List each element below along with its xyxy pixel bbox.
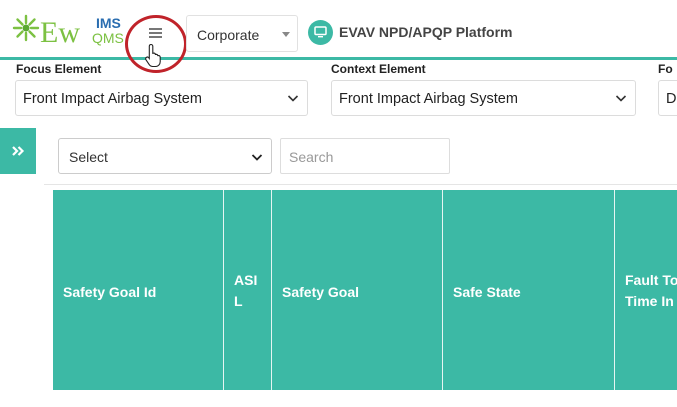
context-element-value: Front Impact Airbag System bbox=[339, 91, 518, 107]
logo-ims: IMS bbox=[96, 15, 121, 31]
logo-qms: QMS bbox=[92, 30, 124, 46]
filter-select-value: Select bbox=[69, 149, 108, 165]
chevron-down-icon bbox=[251, 154, 263, 161]
search-placeholder: Search bbox=[289, 149, 334, 165]
third-filter-value: D bbox=[666, 91, 677, 107]
filter-row: Focus Element Front Impact Airbag System… bbox=[0, 60, 677, 120]
column-header-label: ASI L bbox=[234, 272, 258, 309]
chevron-down-icon bbox=[615, 95, 627, 102]
ewqms-logo[interactable]: Ew IMS QMS bbox=[12, 12, 132, 52]
column-header-label: Safe State bbox=[453, 284, 521, 300]
top-header: Ew IMS QMS Corporate EVAV NPD/APQP Platf… bbox=[0, 0, 677, 73]
column-header-asil[interactable]: ASI L bbox=[224, 190, 272, 390]
organization-select[interactable]: Corporate bbox=[186, 15, 298, 52]
third-filter-label: Fo bbox=[658, 62, 673, 76]
caret-down-icon bbox=[282, 32, 290, 37]
column-header-safety-goal[interactable]: Safety Goal bbox=[272, 190, 443, 390]
double-chevron-right-icon bbox=[12, 146, 25, 156]
hamburger-icon[interactable] bbox=[149, 28, 162, 39]
context-element-select[interactable]: Front Impact Airbag System bbox=[331, 80, 636, 116]
column-header-safety-goal-id[interactable]: Safety Goal Id bbox=[53, 190, 224, 390]
column-header-label: Safety Goal bbox=[282, 284, 360, 300]
logo-prefix: Ew bbox=[40, 16, 80, 49]
focus-element-value: Front Impact Airbag System bbox=[23, 91, 202, 107]
monitor-icon bbox=[308, 19, 333, 45]
organization-select-value: Corporate bbox=[197, 27, 260, 43]
context-element-label: Context Element bbox=[331, 62, 426, 76]
filter-select[interactable]: Select bbox=[58, 138, 272, 174]
table-header: Safety Goal Id ASI L Safety Goal Safe St… bbox=[53, 190, 677, 390]
search-input[interactable]: Search bbox=[280, 138, 450, 174]
toolbar-divider bbox=[44, 184, 677, 185]
column-header-fault-tolerant-time-interval[interactable]: Fault To Time In bbox=[615, 190, 677, 390]
column-header-safe-state[interactable]: Safe State bbox=[443, 190, 615, 390]
platform-title: EVAV NPD/APQP Platform bbox=[308, 19, 512, 45]
column-header-label: Fault To Time In bbox=[625, 272, 677, 309]
column-header-label: Safety Goal Id bbox=[63, 284, 157, 300]
third-filter-select[interactable]: D bbox=[658, 80, 677, 116]
chevron-down-icon bbox=[287, 95, 299, 102]
focus-element-label: Focus Element bbox=[16, 62, 102, 76]
platform-label: EVAV NPD/APQP Platform bbox=[339, 24, 513, 40]
sidebar-toggle-button[interactable] bbox=[0, 128, 36, 174]
focus-element-select[interactable]: Front Impact Airbag System bbox=[15, 80, 308, 116]
